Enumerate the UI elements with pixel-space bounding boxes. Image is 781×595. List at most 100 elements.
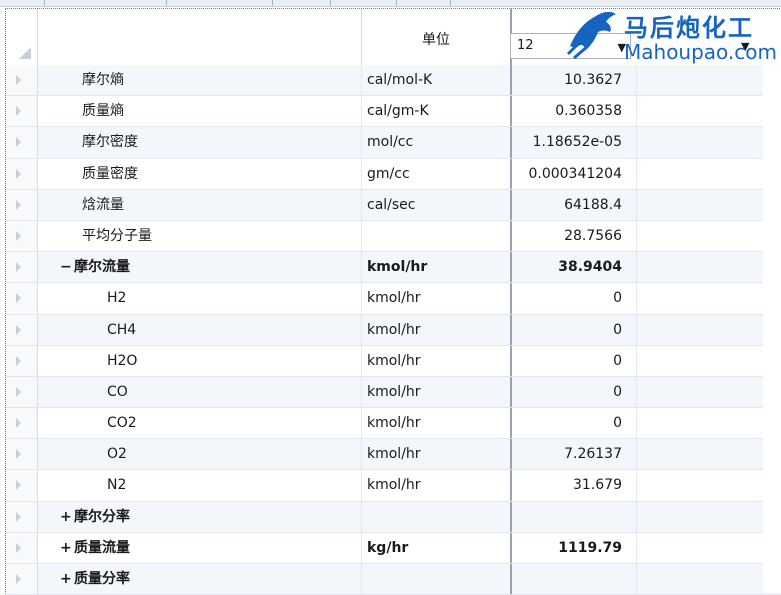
row-selector[interactable] (6, 376, 38, 408)
table-row[interactable]: O2 kmol/hr 7.26137 (6, 439, 781, 471)
column-header-unit[interactable]: 单位 (362, 9, 512, 65)
column-divider (636, 220, 637, 252)
table-row[interactable]: CH4 kmol/hr 0 (6, 314, 781, 346)
row-value[interactable]: 0.360358 (512, 96, 622, 126)
row-selector[interactable] (6, 220, 38, 252)
row-selector[interactable] (6, 127, 38, 158)
row-unit: kmol/hr (367, 477, 421, 494)
row-selector[interactable] (6, 283, 38, 314)
table-row[interactable]: N2 kmol/hr 31.679 (6, 470, 781, 502)
table-row[interactable]: 焓流量 cal/sec 64188.4 (6, 189, 781, 221)
column-divider (636, 408, 637, 439)
table-row[interactable]: 摩尔密度 mol/cc 1.18652e-05 (6, 127, 781, 159)
row-value[interactable]: 0 (512, 346, 622, 376)
row-value[interactable]: 10.3627 (512, 65, 622, 95)
row-name-label: O2 (107, 446, 127, 463)
column-divider (361, 252, 362, 283)
row-value[interactable]: 64188.4 (512, 190, 622, 220)
row-unit: kmol/hr (367, 446, 421, 463)
table-row[interactable]: + 质量分率 (6, 564, 781, 595)
row-selector[interactable] (6, 96, 38, 127)
table-row[interactable]: − 摩尔流量 kmol/hr 38.9404 (6, 252, 781, 284)
row-unit: kmol/hr (367, 290, 421, 307)
column-header-name[interactable] (38, 9, 362, 65)
row-value[interactable]: 0 (512, 408, 622, 438)
select-all-corner[interactable] (6, 9, 38, 65)
table-row[interactable]: 平均分子量 28.7566 (6, 220, 781, 253)
row-selector[interactable] (6, 314, 38, 345)
row-name: 质量密度 (82, 159, 138, 189)
row-selector[interactable] (6, 408, 38, 439)
tab-divider (450, 0, 451, 6)
row-pointer-icon (16, 168, 21, 179)
row-value[interactable]: 0 (512, 377, 622, 407)
expand-icon[interactable]: + (60, 533, 74, 563)
column-divider (361, 96, 362, 127)
table-row[interactable]: 质量密度 gm/cc 0.000341204 (6, 158, 781, 190)
row-unit: cal/gm-K (367, 103, 429, 120)
row-pointer-icon (16, 480, 21, 491)
table-row[interactable]: 摩尔熵 cal/mol-K 10.3627 (6, 65, 781, 97)
row-unit: kmol/hr (367, 259, 428, 276)
row-value[interactable]: 38.9404 (512, 252, 622, 282)
row-value[interactable]: 0 (512, 283, 622, 313)
expand-icon[interactable]: + (60, 564, 74, 594)
row-name: 摩尔熵 (82, 65, 124, 95)
row-selector[interactable] (6, 470, 38, 501)
column-divider (636, 252, 637, 283)
row-selector[interactable] (6, 532, 38, 563)
row-name: H2O (107, 346, 137, 376)
row-selector[interactable] (6, 564, 38, 595)
row-selector[interactable] (6, 439, 38, 470)
corner-triangle-icon (19, 47, 31, 59)
row-unit: cal/mol-K (367, 72, 433, 88)
tab-divider (166, 0, 167, 6)
row-value[interactable]: 1119.79 (512, 533, 622, 563)
row-selector[interactable] (6, 252, 38, 283)
column-divider (636, 345, 637, 376)
row-value[interactable]: 0.000341204 (512, 159, 622, 189)
row-value[interactable]: 0 (512, 315, 622, 345)
row-name: + 摩尔分率 (60, 502, 130, 532)
row-unit: kmol/hr (367, 321, 421, 338)
row-selector[interactable] (6, 65, 38, 96)
row-name-label: 摩尔熵 (82, 72, 124, 88)
row-selector[interactable] (6, 189, 38, 220)
row-value[interactable] (512, 502, 622, 532)
row-name: 焓流量 (82, 190, 124, 220)
table-row[interactable]: H2O kmol/hr 0 (6, 345, 781, 377)
table-row[interactable]: CO kmol/hr 0 (6, 376, 781, 409)
row-pointer-icon (16, 511, 21, 522)
table-row[interactable]: + 质量流量 kg/hr 1119.79 (6, 532, 781, 564)
row-value[interactable]: 7.26137 (512, 439, 622, 469)
table-row[interactable]: + 摩尔分率 (6, 501, 781, 533)
row-pointer-icon (16, 137, 21, 148)
row-name-label: 摩尔密度 (82, 134, 138, 151)
row-name-label: 焓流量 (82, 196, 124, 213)
row-name: H2 (107, 283, 126, 313)
column-divider (361, 189, 362, 220)
row-selector[interactable] (6, 158, 38, 189)
row-name-label: 平均分子量 (82, 227, 152, 244)
row-value[interactable]: 28.7566 (512, 221, 622, 251)
vertical-scroll-area[interactable] (763, 65, 781, 593)
expand-icon[interactable]: + (60, 502, 74, 532)
table-row[interactable]: CO2 kmol/hr 0 (6, 408, 781, 440)
row-value[interactable] (512, 564, 622, 594)
table-row[interactable]: H2 kmol/hr 0 (6, 283, 781, 315)
logo-url: Mahoupao.com (624, 40, 778, 64)
row-value[interactable]: 1.18652e-05 (512, 127, 622, 157)
logo-chinese-name: 马后炮化工 (624, 14, 754, 42)
column-divider (361, 345, 362, 376)
column-divider (361, 65, 362, 96)
row-selector[interactable] (6, 345, 38, 376)
row-value[interactable]: 31.679 (512, 470, 622, 500)
row-pointer-icon (16, 355, 21, 366)
row-name: N2 (107, 470, 126, 500)
collapse-icon[interactable]: − (60, 252, 74, 282)
row-pointer-icon (16, 386, 21, 397)
row-selector[interactable] (6, 501, 38, 532)
row-pointer-icon (16, 199, 21, 210)
table-row[interactable]: 质量熵 cal/gm-K 0.360358 (6, 96, 781, 128)
row-name-label: 质量流量 (74, 539, 130, 556)
